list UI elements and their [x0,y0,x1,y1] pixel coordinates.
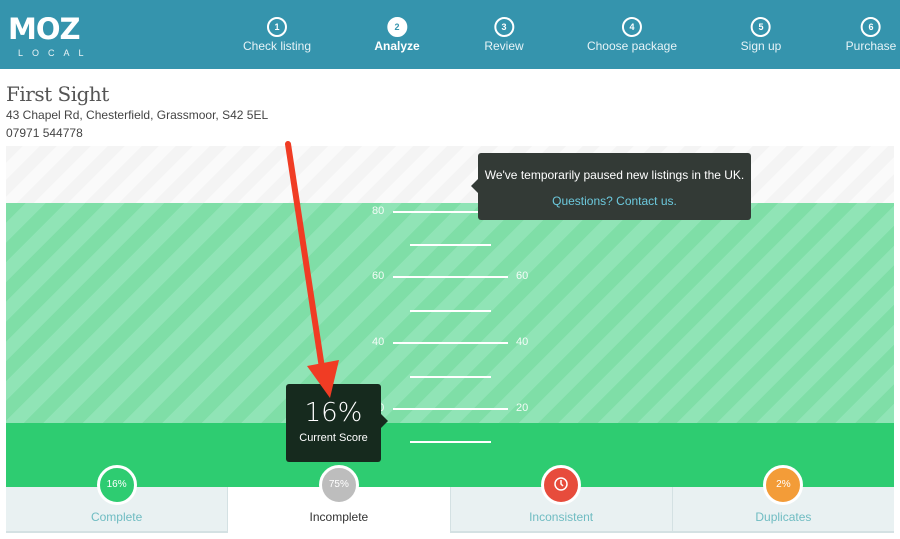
step-number: 1 [267,17,287,37]
business-address: 43 Chapel Rd, Chesterfield, Grassmoor, S… [6,108,269,122]
step-number: 6 [860,17,881,37]
step-number: 2 [386,17,407,37]
tab-duplicates[interactable]: 2% Duplicates [672,465,894,533]
tick-minor [410,441,491,443]
step-label: Check listing [242,39,312,53]
business-name: First Sight [6,82,109,106]
band-current-score [6,423,894,487]
step-number: 5 [750,17,771,37]
tick-major [393,408,508,410]
result-tabs: 16% Complete 75% Incomplete Inconsistent 2… [6,465,894,533]
step-review[interactable]: 3 Review [484,17,524,53]
tab-incomplete[interactable]: 75% Incomplete [228,465,451,533]
step-sign-up[interactable]: 5 Sign up [740,17,782,53]
tick-minor [410,244,491,246]
incomplete-badge: 75% [318,465,359,505]
tick-major [393,276,508,278]
tick-label-right: 40 [516,336,529,348]
tab-label: Complete [90,510,143,524]
complete-badge: 16% [96,465,137,505]
step-number: 3 [493,17,514,37]
step-analyze[interactable]: 2 Analyze [374,17,420,53]
tick-major [393,342,508,344]
tab-label: Duplicates [755,510,812,524]
alert-clock-icon [541,465,582,505]
score-label: Current Score [299,432,368,444]
logo-text: MOZ [8,12,81,46]
top-bar: MOZ LOCAL 1 Check listing 2 Analyze 3 Revie… [0,0,900,69]
score-chart: 80 80 60 60 40 40 20 20 [6,146,894,487]
tab-label: Incomplete [309,510,369,524]
logo-subtext: LOCAL [18,48,93,58]
tick-label-right: 20 [516,402,529,414]
business-info: First Sight 43 Chapel Rd, Chesterfield, … [6,82,268,142]
tick-minor [410,376,491,378]
step-label: Review [484,39,524,53]
moz-local-logo[interactable]: MOZ LOCAL [8,12,93,59]
step-label: Purchase [845,39,897,53]
uk-paused-notice: We've temporarily paused new listings in… [471,153,751,220]
business-phone: 07971 544778 [6,126,83,140]
tab-inconsistent[interactable]: Inconsistent [450,465,673,533]
contact-us-link[interactable]: Questions? Contact us. [478,194,751,208]
tab-label: Inconsistent [529,510,594,524]
step-purchase[interactable]: 6 Purchase [845,17,897,53]
step-number: 4 [621,17,642,37]
tick-label-right: 60 [516,270,529,282]
step-label: Sign up [740,39,782,53]
tick-label-left: 60 [372,270,385,282]
band-unavailable [6,146,894,203]
tick-label-left: 80 [372,205,385,217]
score-value: 16% [304,398,363,428]
step-label: Analyze [374,39,420,53]
tick-minor [410,310,491,312]
step-check-listing[interactable]: 1 Check listing [243,17,311,53]
tick-label-left: 40 [372,336,385,348]
band-potential [6,203,894,423]
current-score-tooltip: 16% Current Score [286,384,388,462]
notice-message: We've temporarily paused new listings in… [484,168,745,182]
step-label: Choose package [586,39,678,53]
tab-complete[interactable]: 16% Complete [6,465,229,533]
duplicates-badge: 2% [763,465,804,505]
step-choose-package[interactable]: 4 Choose package [587,17,677,53]
